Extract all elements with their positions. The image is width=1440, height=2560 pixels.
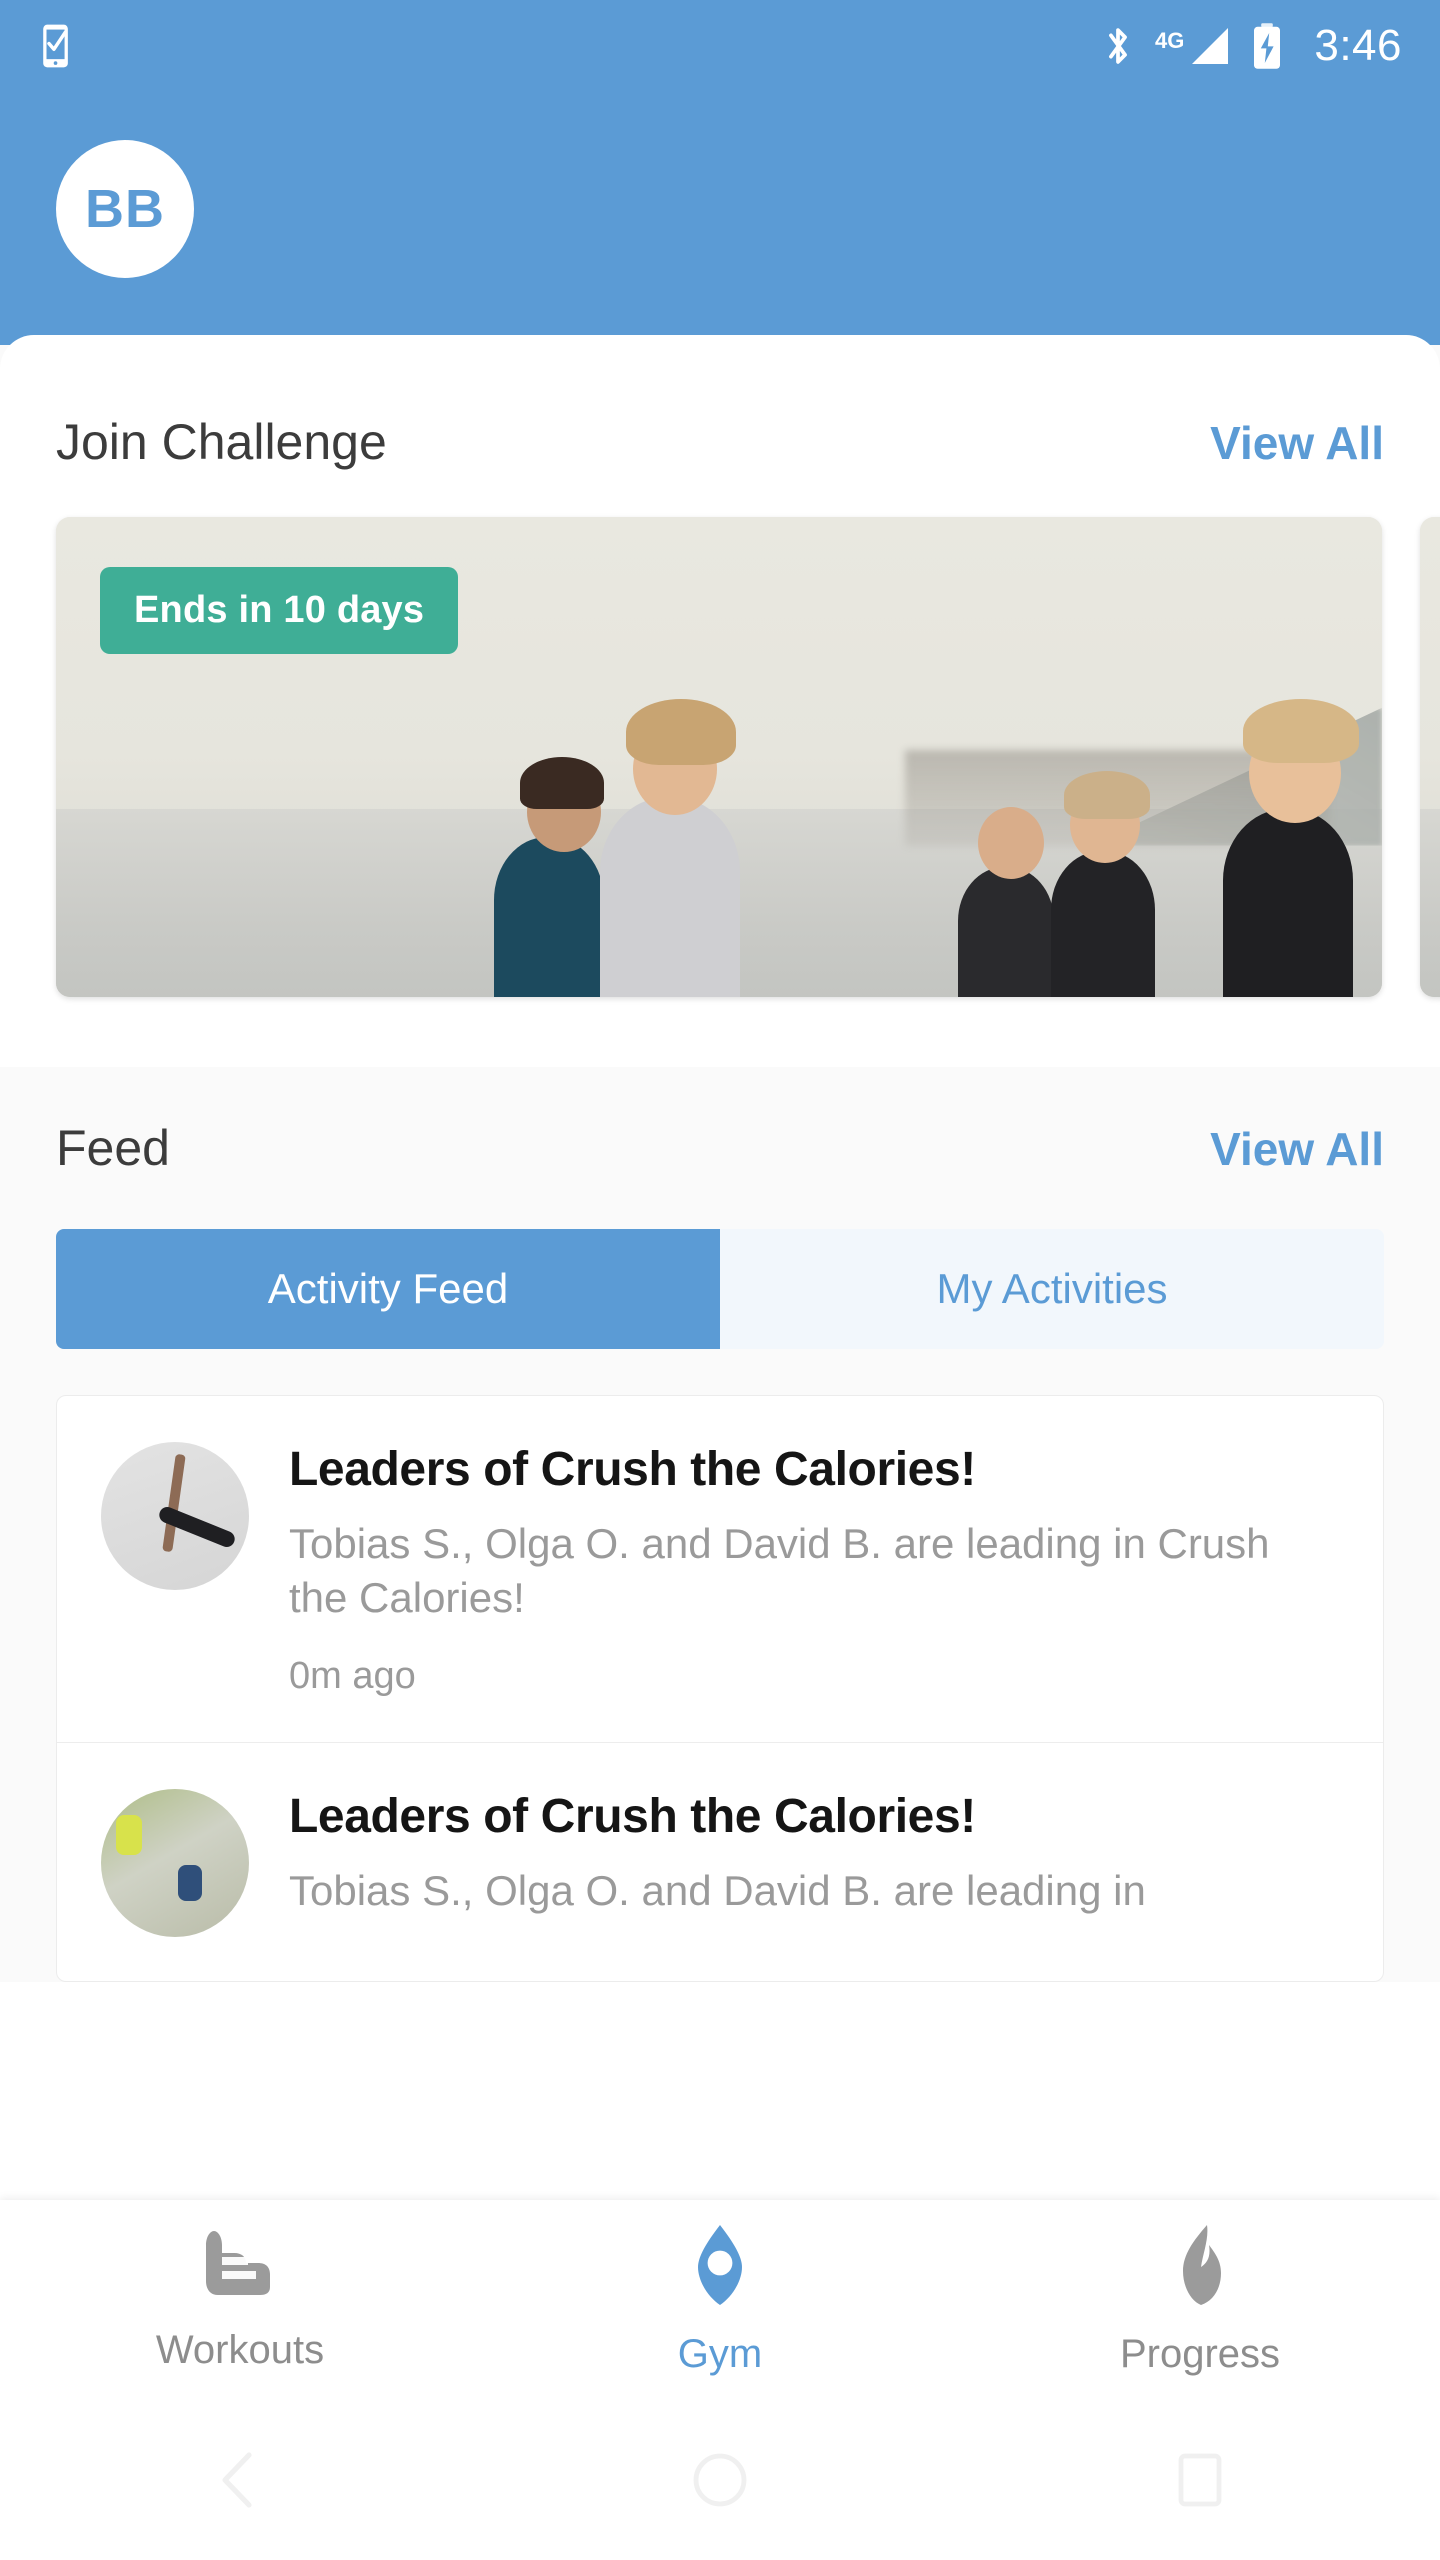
app-screen: 4G 3:46 BB Join Challenge View All Ends … <box>0 0 1440 2560</box>
feed-tabs: Activity Feed My Activities <box>56 1229 1384 1349</box>
shoe-icon <box>192 2227 288 2308</box>
challenge-card-image: Ends in 10 days <box>56 517 1382 997</box>
network-type-label: 4G <box>1155 28 1185 53</box>
tab-activity-feed-label: Activity Feed <box>267 1265 509 1312</box>
tab-activity-feed[interactable]: Activity Feed <box>56 1229 720 1349</box>
feed-item-text: Tobias S., Olga O. and David B. are lead… <box>289 1520 1270 1621</box>
recents-square-icon[interactable] <box>960 2452 1440 2508</box>
sms-check-icon <box>38 23 78 69</box>
signal-bars-icon: 4G <box>1155 26 1230 66</box>
tab-my-activities[interactable]: My Activities <box>720 1229 1384 1349</box>
feed-item-text: Tobias S., Olga O. and David B. are lead… <box>289 1866 1146 1914</box>
nav-item-gym-label: Gym <box>677 2332 763 2376</box>
avatar-initials: BB <box>85 179 165 239</box>
nav-item-progress-label: Progress <box>1119 2332 1281 2376</box>
feed-item-title: Leaders of Crush the Calories! <box>289 1443 976 1496</box>
battery-charging-icon <box>1250 22 1284 70</box>
app-header: 4G 3:46 BB <box>0 0 1440 345</box>
bottom-navigation: Workouts Gym Progress <box>0 2200 1440 2400</box>
feed-item-timestamp: 0m ago <box>289 1654 416 1697</box>
tab-my-activities-label: My Activities <box>936 1265 1168 1312</box>
nav-item-workouts-label: Workouts <box>155 2328 325 2372</box>
status-bar: 4G 3:46 <box>0 0 1440 92</box>
feed-item-title: Leaders of Crush the Calories! <box>289 1789 976 1843</box>
challenge-card-next[interactable] <box>1420 517 1440 997</box>
nav-item-gym[interactable]: Gym <box>480 2223 960 2377</box>
flame-icon <box>1159 2223 1241 2312</box>
challenge-end-badge: Ends in 10 days <box>100 567 459 654</box>
android-navigation-bar <box>0 2400 1440 2560</box>
feed-section-header: Feed View All <box>0 1067 1440 1177</box>
feed-list: Leaders of Crush the Calories! Tobias S.… <box>56 1395 1384 1982</box>
challenge-section-header: Join Challenge View All <box>0 413 1440 471</box>
feed-item-thumbnail <box>101 1442 249 1590</box>
list-item[interactable]: Leaders of Crush the Calories! Tobias S.… <box>57 1396 1383 1742</box>
page-title: Join Challenge <box>56 414 387 470</box>
challenge-carousel[interactable]: Ends in 10 days @ Home Workouts @ Home W… <box>0 517 1440 997</box>
challenge-card-next-image <box>1420 517 1440 997</box>
challenge-card[interactable]: Ends in 10 days @ Home Workouts @ Home W… <box>56 517 1382 997</box>
feed-section: Feed View All Activity Feed My Activitie… <box>0 1067 1440 1982</box>
avatar[interactable]: BB <box>56 140 194 278</box>
location-pin-icon <box>678 2223 762 2312</box>
nav-item-progress[interactable]: Progress <box>960 2223 1440 2377</box>
bluetooth-icon <box>1101 23 1135 69</box>
feed-view-all-link[interactable]: View All <box>1210 1122 1384 1176</box>
nav-item-workouts[interactable]: Workouts <box>0 2227 480 2373</box>
feed-item-thumbnail <box>101 1788 249 1937</box>
feed-title: Feed <box>56 1120 170 1176</box>
challenge-view-all-link[interactable]: View All <box>1210 416 1384 470</box>
clock-time: 3:46 <box>1314 21 1402 70</box>
list-item[interactable]: Leaders of Crush the Calories! Tobias S.… <box>57 1741 1383 1981</box>
back-chevron-icon[interactable] <box>0 2449 480 2511</box>
home-circle-icon[interactable] <box>480 2451 960 2509</box>
